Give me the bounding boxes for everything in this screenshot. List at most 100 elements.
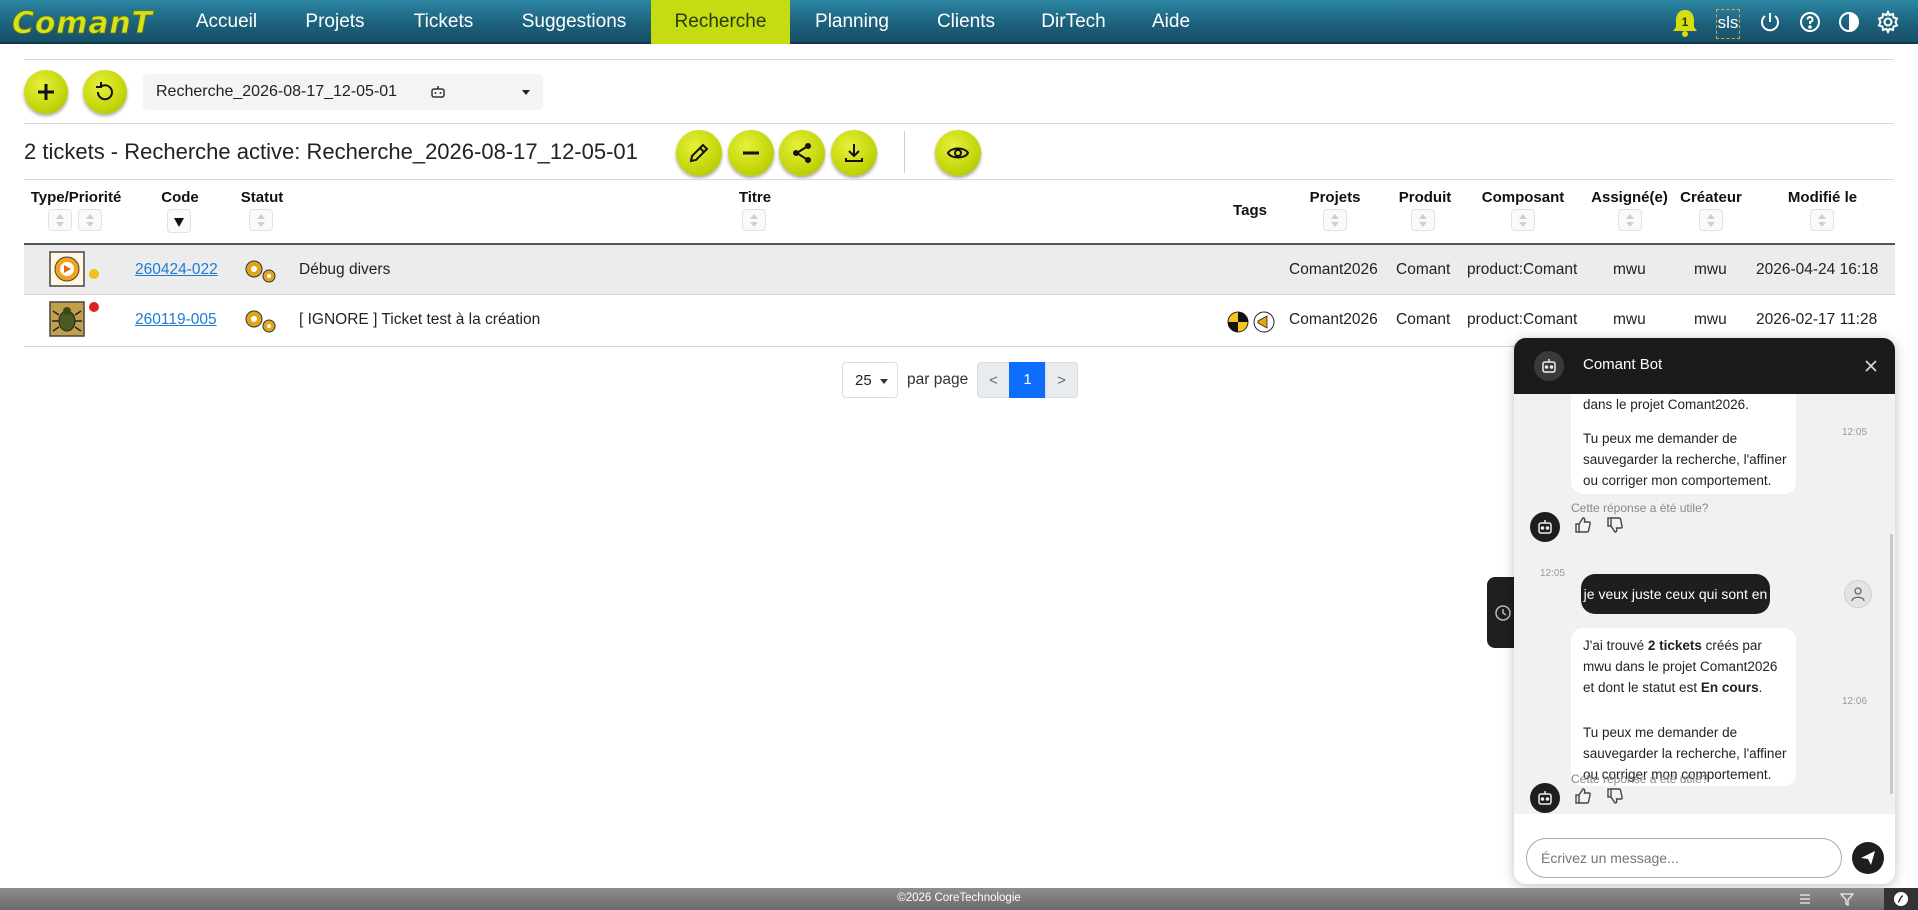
col-header-titre[interactable]: Titre xyxy=(710,189,800,206)
robot-icon xyxy=(1538,791,1552,805)
priority-dot xyxy=(89,269,99,279)
ticket-title[interactable]: [ IGNORE ] Ticket test à la création xyxy=(299,311,540,329)
col-header-projets[interactable]: Projets xyxy=(1300,189,1370,206)
sort-composant-button[interactable] xyxy=(1511,209,1535,231)
user-message: je veux juste ceux qui sont en cours xyxy=(1581,574,1770,642)
top-navbar: ComanT Accueil Projets Tickets Suggestio… xyxy=(0,0,1918,44)
chat-scrollbar[interactable] xyxy=(1890,534,1893,794)
sort-code-button[interactable] xyxy=(167,209,191,233)
sort-type-button[interactable] xyxy=(48,209,72,231)
remove-search-button[interactable] xyxy=(728,130,774,176)
nav-projets[interactable]: Projets xyxy=(290,0,380,44)
bug-icon xyxy=(49,301,85,337)
bot-message: J'ai trouvé 2 tickets créés par mwu dans… xyxy=(1571,628,1796,786)
col-header-code[interactable]: Code xyxy=(150,189,210,206)
ticket-composant: product:Comant xyxy=(1467,311,1578,328)
sort-modifie-button[interactable] xyxy=(1810,209,1834,231)
next-page-button[interactable]: > xyxy=(1045,362,1078,398)
chevron-down-icon xyxy=(522,90,530,95)
symfony-toolbar-toggle[interactable] xyxy=(1884,888,1918,910)
sort-priority-button[interactable] xyxy=(78,209,102,231)
chat-panel: Comant Bot dans le projet Comant2026. Tu… xyxy=(1514,338,1895,884)
col-header-assigne[interactable]: Assigné(e) xyxy=(1587,189,1672,206)
col-header-produit[interactable]: Produit xyxy=(1390,189,1460,206)
nav-suggestions[interactable]: Suggestions xyxy=(505,0,643,44)
thumbs-down-icon[interactable] xyxy=(1606,787,1624,805)
col-header-modifie[interactable]: Modifié le xyxy=(1765,189,1880,206)
sort-produit-button[interactable] xyxy=(1411,209,1435,231)
ticket-composant: product:Comant xyxy=(1467,261,1578,278)
col-header-tags: Tags xyxy=(1233,202,1267,219)
sort-titre-button[interactable] xyxy=(742,209,766,231)
reset-search-button[interactable] xyxy=(83,70,127,114)
nav-tickets[interactable]: Tickets xyxy=(398,0,489,44)
col-header-composant[interactable]: Composant xyxy=(1473,189,1573,206)
close-icon[interactable] xyxy=(1864,359,1878,373)
nav-aide[interactable]: Aide xyxy=(1135,0,1207,44)
table-row[interactable]: 260424-022 Débug divers Comant2026 Coman… xyxy=(24,243,1895,295)
sort-assigne-button[interactable] xyxy=(1618,209,1642,231)
bot-avatar xyxy=(1530,783,1560,813)
ticket-modifie: 2026-04-24 16:18 xyxy=(1756,261,1879,278)
col-header-statut[interactable]: Statut xyxy=(237,189,287,206)
send-button[interactable] xyxy=(1852,842,1884,874)
divider xyxy=(24,59,1894,60)
chat-message-input[interactable] xyxy=(1526,838,1842,878)
pencil-icon xyxy=(689,143,709,163)
edit-search-button[interactable] xyxy=(676,130,722,176)
nav-accueil[interactable]: Accueil xyxy=(180,0,273,44)
add-search-button[interactable] xyxy=(24,70,68,114)
chevron-down-icon xyxy=(880,379,888,384)
prev-page-button[interactable]: < xyxy=(977,362,1010,398)
ticket-title[interactable]: Débug divers xyxy=(299,261,390,279)
nav-clients[interactable]: Clients xyxy=(920,0,1012,44)
col-header-createur[interactable]: Créateur xyxy=(1670,189,1752,206)
chat-history-tab[interactable] xyxy=(1487,577,1517,648)
settings-gear-icon[interactable] xyxy=(1876,9,1900,35)
thumbs-up-icon[interactable] xyxy=(1574,787,1592,805)
ticket-code-link[interactable]: 260424-022 xyxy=(135,261,218,279)
gears-icon xyxy=(245,260,276,283)
megaphone-icon xyxy=(1253,311,1275,333)
saved-search-select[interactable]: Recherche_2026-08-17_12-05-01 xyxy=(143,74,543,110)
view-toggle-button[interactable] xyxy=(935,130,981,176)
ticket-code-link[interactable]: 260119-005 xyxy=(135,311,217,329)
page-size-value: 25 xyxy=(855,372,872,389)
share-search-button[interactable] xyxy=(779,130,825,176)
feedback-label: Cette réponse a été utile? xyxy=(1571,772,1709,786)
comant-logo[interactable]: ComanT xyxy=(10,4,158,40)
filter-icon[interactable] xyxy=(1840,892,1854,906)
thumbs-up-icon[interactable] xyxy=(1574,516,1592,534)
list-icon[interactable] xyxy=(1798,892,1812,906)
undo-icon xyxy=(96,82,113,101)
nav-recherche[interactable]: Recherche xyxy=(651,0,790,44)
send-icon xyxy=(1861,851,1875,865)
message-time: 12:05 xyxy=(1842,427,1868,438)
crash-test-icon xyxy=(1227,311,1249,333)
nav-dirtech[interactable]: DirTech xyxy=(1030,0,1117,44)
divider xyxy=(24,123,1894,124)
download-icon xyxy=(845,144,863,162)
page-size-select[interactable]: 25 xyxy=(842,362,898,398)
results-title: 2 tickets - Recherche active: Recherche_… xyxy=(24,139,638,164)
sort-createur-button[interactable] xyxy=(1699,209,1723,231)
ticket-createur: mwu xyxy=(1694,311,1727,328)
svg-text:ComanT: ComanT xyxy=(12,6,155,40)
download-button[interactable] xyxy=(831,130,877,176)
bot-avatar xyxy=(1530,512,1560,542)
history-icon xyxy=(1495,605,1511,621)
toolbar-separator xyxy=(904,131,905,173)
message-time: 12:05 xyxy=(1540,568,1566,579)
col-header-type[interactable]: Type/Priorité xyxy=(24,189,128,206)
user-initials-badge[interactable]: sls xyxy=(1716,9,1740,39)
help-icon[interactable] xyxy=(1798,10,1822,34)
contrast-icon[interactable] xyxy=(1837,10,1861,34)
sort-projets-button[interactable] xyxy=(1323,209,1347,231)
current-page-button[interactable]: 1 xyxy=(1009,362,1046,398)
nav-planning[interactable]: Planning xyxy=(801,0,903,44)
thumbs-down-icon[interactable] xyxy=(1606,516,1624,534)
power-icon[interactable] xyxy=(1758,10,1782,34)
notification-bell-icon[interactable]: 1 xyxy=(1672,8,1698,38)
sort-statut-button[interactable] xyxy=(249,209,273,231)
ticket-assigne: mwu xyxy=(1613,261,1646,278)
